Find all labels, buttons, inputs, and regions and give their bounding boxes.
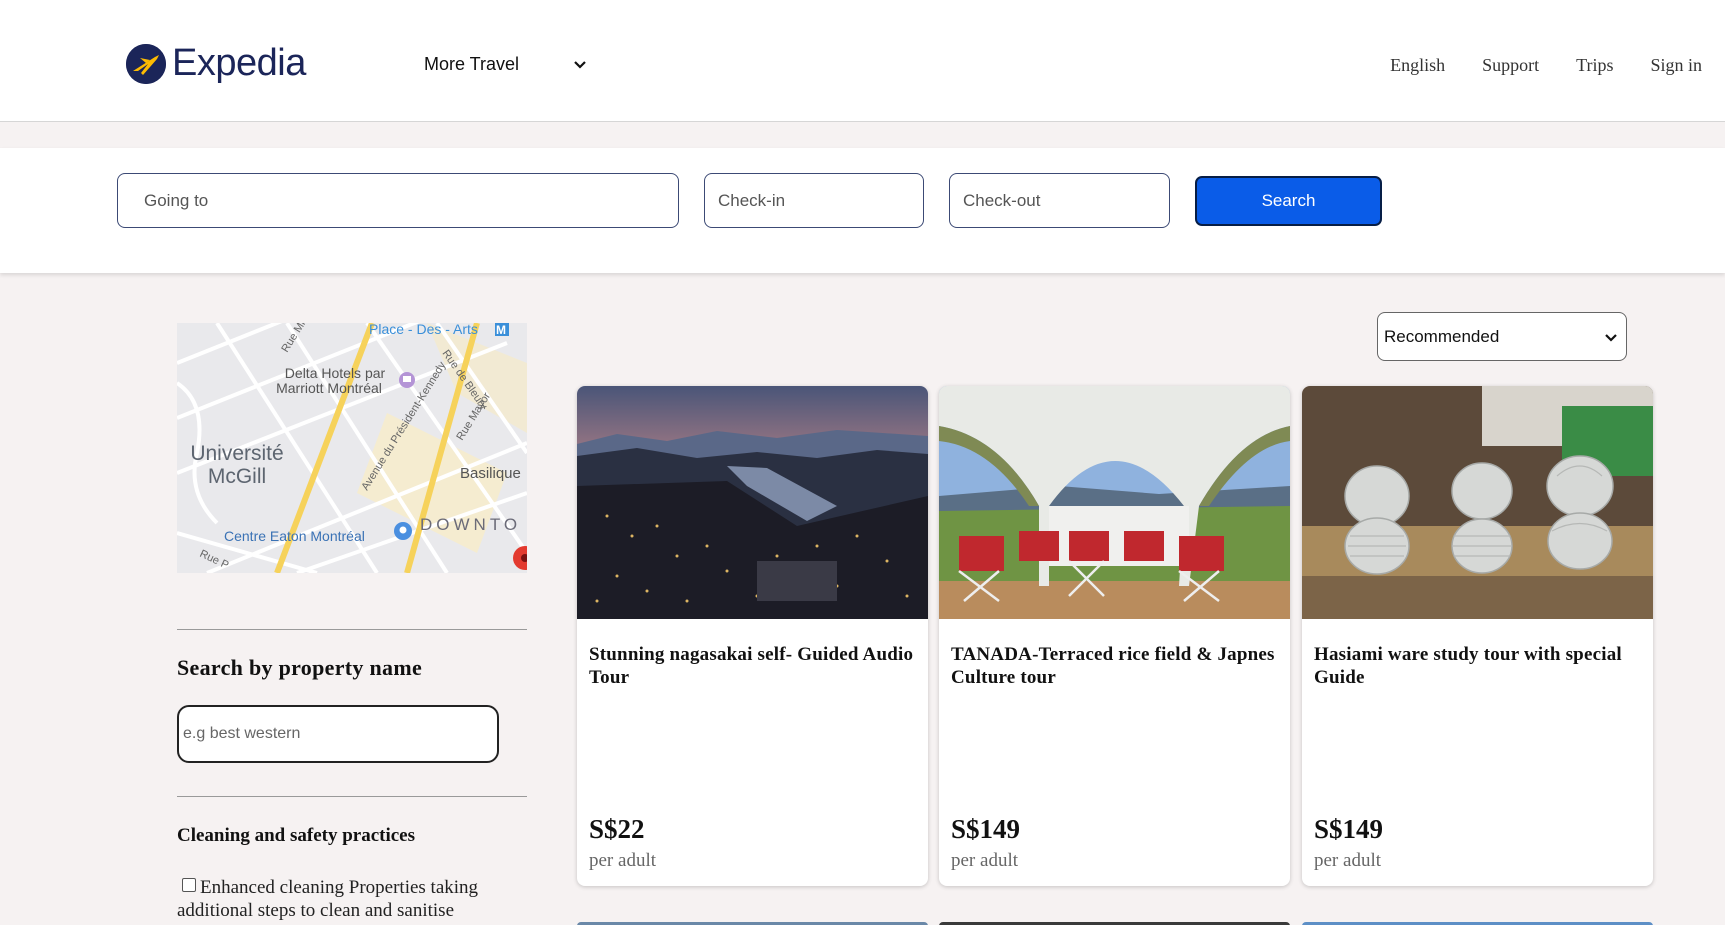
activity-price: S$149 <box>951 814 1021 844</box>
activity-image <box>577 386 928 619</box>
nav-trips[interactable]: Trips <box>1576 55 1613 76</box>
expedia-logo[interactable]: Expedia <box>126 42 306 85</box>
activity-title: TANADA-Terraced rice field & Japnes Cult… <box>951 644 1275 688</box>
property-name-input[interactable]: e.g best western <box>177 705 499 763</box>
more-travel-label: More Travel <box>424 54 520 74</box>
enhanced-cleaning-checkbox[interactable] <box>182 878 196 892</box>
activity-price-unit: per adult <box>589 850 657 871</box>
activity-price: S$149 <box>1314 814 1384 844</box>
check-out-input[interactable]: Check-out <box>949 173 1170 228</box>
chevron-down-icon <box>574 60 586 69</box>
going-to-input[interactable]: Going to <box>117 173 679 228</box>
activity-price-unit: per adult <box>951 850 1019 871</box>
enhanced-cleaning-option[interactable]: Enhanced cleaning Properties taking addi… <box>177 876 517 922</box>
more-travel-dropdown[interactable]: More Travel <box>424 54 587 75</box>
nav-sign-in[interactable]: Sign in <box>1650 55 1702 76</box>
map-label-basilique: Basilique <box>460 465 521 482</box>
property-search-title: Search by property name <box>177 655 423 680</box>
map-label-marriott: Marriott Montréal <box>276 380 382 396</box>
activity-title: Stunning nagasakai self- Guided Audio To… <box>589 644 914 688</box>
map-label-mcgill: McGill <box>208 465 266 488</box>
activity-card[interactable]: Stunning nagasakai self- Guided Audio To… <box>577 386 928 886</box>
activity-title: Hasiami ware study tour with special Gui… <box>1314 644 1622 688</box>
header-nav: English Support Trips Sign in <box>1390 55 1702 76</box>
activity-image <box>939 386 1290 619</box>
search-bar: Going to Check-in Check-out Search <box>0 148 1725 273</box>
sidebar-divider <box>177 796 527 797</box>
nav-language[interactable]: English <box>1390 55 1445 76</box>
activity-price: S$22 <box>589 814 645 844</box>
activity-card[interactable]: Hasiami ware study tour with special Gui… <box>1302 386 1653 886</box>
sort-selected-value: Recommended <box>1384 326 1500 346</box>
map-label-centre-eaton: Centre Eaton Montréal <box>224 528 365 544</box>
logo-wordmark: Expedia <box>172 42 306 84</box>
activity-image <box>1302 386 1653 619</box>
svg-text:M: M <box>496 323 506 337</box>
search-button[interactable]: Search <box>1195 176 1382 226</box>
activity-card[interactable]: TANADA-Terraced rice field & Japnes Cult… <box>939 386 1290 886</box>
chevron-down-icon <box>1605 334 1617 342</box>
location-map[interactable]: Place - Des - Arts M Delta Hotels par Ma… <box>177 323 527 573</box>
map-label-downtown: DOWNTO <box>420 515 521 534</box>
check-in-input[interactable]: Check-in <box>704 173 924 228</box>
plane-logo-icon <box>126 43 166 84</box>
top-header: Expedia More Travel English Support Trip… <box>0 0 1725 122</box>
sort-select[interactable]: Recommended <box>1377 312 1627 361</box>
sidebar-divider <box>177 629 527 630</box>
activity-price-unit: per adult <box>1314 850 1382 871</box>
map-label-universite: Université <box>190 442 283 465</box>
map-label-delta-hotels: Delta Hotels par <box>285 365 386 381</box>
map-label-place-des-arts: Place - Des - Arts <box>369 323 478 337</box>
nav-support[interactable]: Support <box>1482 55 1539 76</box>
enhanced-cleaning-label: Enhanced cleaning Properties taking addi… <box>177 877 479 921</box>
cleaning-practices-title: Cleaning and safety practices <box>177 825 416 846</box>
